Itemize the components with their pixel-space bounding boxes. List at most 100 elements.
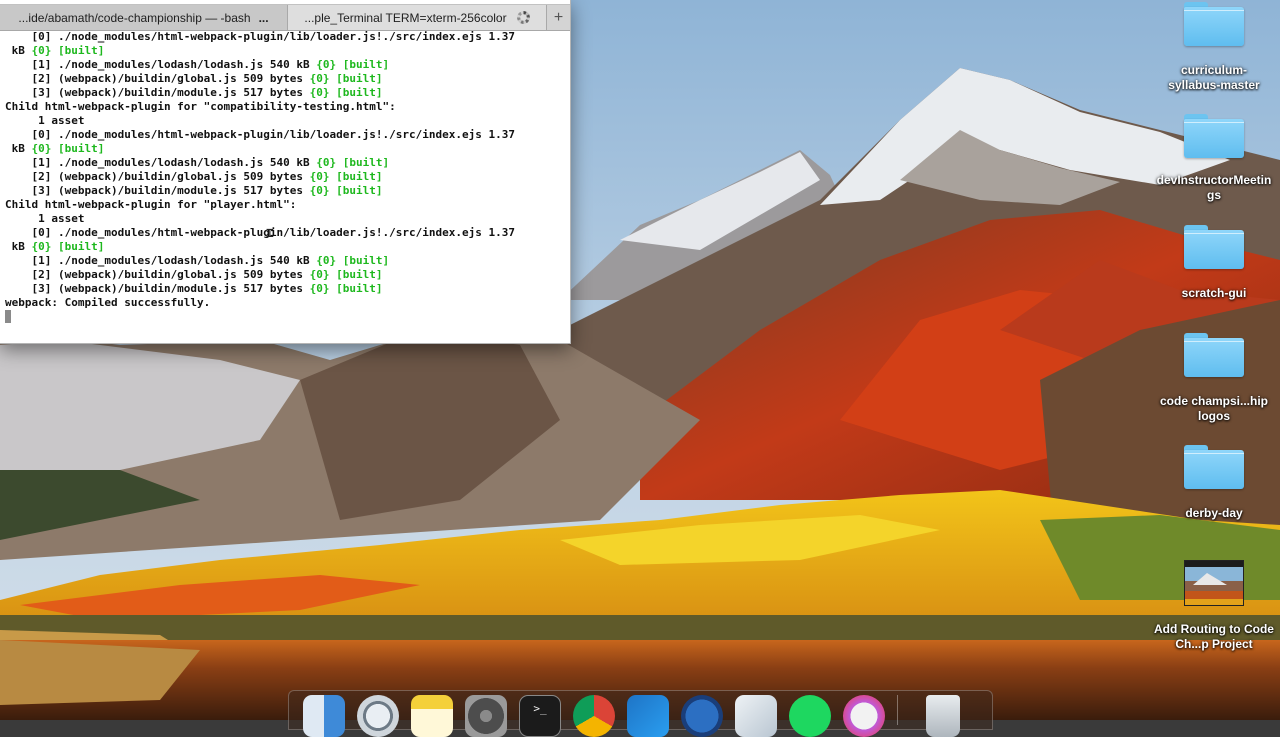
terminal-line-text: [2] (webpack)/buildin/global.js 509 byte… xyxy=(5,170,310,183)
built-status: [built] xyxy=(336,184,383,197)
desktop-item-label: code champsi...hip logos xyxy=(1159,394,1269,423)
terminal-line: [2] (webpack)/buildin/global.js 509 byte… xyxy=(0,170,570,184)
dock: >_ xyxy=(288,690,993,737)
folder-icon xyxy=(1184,114,1244,158)
built-status: [built] xyxy=(58,240,105,253)
chunk-id: {0} xyxy=(309,282,330,295)
chunk-id: {0} xyxy=(31,142,52,155)
terminal-line: kB {0} [built] xyxy=(0,240,570,254)
desktop-item-label: scratch-gui xyxy=(1181,286,1247,300)
chunk-id: {0} xyxy=(31,44,52,57)
built-status: [built] xyxy=(58,142,105,155)
terminal-line: Child html-webpack-plugin for "compatibi… xyxy=(0,100,570,114)
terminal-line-text: [3] (webpack)/buildin/module.js 517 byte… xyxy=(5,86,310,99)
terminal-line-text: [3] (webpack)/buildin/module.js 517 byte… xyxy=(5,282,310,295)
terminal-prompt-line[interactable] xyxy=(0,310,570,324)
chunk-id: {0} xyxy=(316,254,337,267)
desktop-item-label: derby-day xyxy=(1185,506,1243,520)
terminal-line-text: [3] (webpack)/buildin/module.js 517 byte… xyxy=(5,184,310,197)
dock-separator xyxy=(897,695,914,725)
terminal-line: [2] (webpack)/buildin/global.js 509 byte… xyxy=(0,268,570,282)
terminal-line-text: [0] ./node_modules/html-webpack-plugin/l… xyxy=(5,226,515,239)
built-status: [built] xyxy=(342,58,390,71)
folder-icon xyxy=(1184,445,1244,489)
terminal-line-text: kB xyxy=(5,240,32,253)
desktop-folder-scratch-gui[interactable]: scratch-gui xyxy=(1149,225,1279,301)
terminal-line: [0] ./node_modules/html-webpack-plugin/l… xyxy=(0,30,570,44)
chunk-id: {0} xyxy=(31,240,52,253)
sourcetree-icon[interactable] xyxy=(735,695,777,737)
terminal-line-text: kB xyxy=(5,44,32,57)
chunk-id: {0} xyxy=(309,268,330,281)
terminal-line: [1] ./node_modules/lodash/lodash.js 540 … xyxy=(0,58,570,72)
built-status: [built] xyxy=(336,268,383,281)
terminal-output[interactable]: [0] ./node_modules/html-webpack-plugin/l… xyxy=(0,30,570,343)
desktop-folder-devinstructormeetings[interactable]: devInstructorMeetings xyxy=(1149,114,1279,203)
chunk-id: {0} xyxy=(309,184,330,197)
terminal-line: [1] ./node_modules/lodash/lodash.js 540 … xyxy=(0,156,570,170)
finder-icon[interactable] xyxy=(303,695,345,737)
safari-icon[interactable] xyxy=(357,695,399,737)
built-status: [built] xyxy=(336,170,383,183)
spotify-icon[interactable] xyxy=(789,695,831,737)
tab-terminal-session-label: ...ple_Terminal TERM=xterm-256color xyxy=(304,10,507,25)
chunk-id: {0} xyxy=(316,58,337,71)
terminal-line-text: [0] ./node_modules/html-webpack-plugin/l… xyxy=(5,30,515,43)
terminal-line: Child html-webpack-plugin for "player.ht… xyxy=(0,198,570,212)
desktop-folder-derby-day[interactable]: derby-day xyxy=(1149,445,1279,521)
itunes-icon[interactable] xyxy=(843,695,885,737)
terminal-line: [2] (webpack)/buildin/global.js 509 byte… xyxy=(0,72,570,86)
video-thumbnail-icon xyxy=(1184,560,1244,606)
terminal-line: [0] ./node_modules/html-webpack-plugin/l… xyxy=(0,226,570,240)
desktop-folder-curriculum-syllabus-master[interactable]: curriculum-syllabus-master xyxy=(1149,0,1279,93)
terminal-line-text: webpack: Compiled successfully. xyxy=(5,296,211,309)
notes-icon[interactable] xyxy=(411,695,453,737)
terminal-cursor xyxy=(5,310,11,323)
built-status: [built] xyxy=(336,72,383,85)
built-status: [built] xyxy=(342,254,390,267)
tab-terminal-session[interactable]: ...ple_Terminal TERM=xterm-256color xyxy=(288,5,547,30)
terminal-tab-bar: ...ide/abamath/code-championship — -bash… xyxy=(0,4,570,31)
terminal-window[interactable]: ...ide/abamath/code-championship — -bash… xyxy=(0,0,571,344)
terminal-line: kB {0} [built] xyxy=(0,142,570,156)
chrome-icon[interactable] xyxy=(573,695,615,737)
loading-spinner-icon xyxy=(516,11,530,24)
vscode-icon[interactable] xyxy=(627,695,669,737)
folder-icon xyxy=(1184,225,1244,269)
terminal-line: kB {0} [built] xyxy=(0,44,570,58)
tab-overflow-indicator: ... xyxy=(258,10,269,25)
trash-icon[interactable] xyxy=(926,695,960,737)
terminal-line-text: Child html-webpack-plugin for "player.ht… xyxy=(5,198,297,211)
terminal-line-text: [1] ./node_modules/lodash/lodash.js 540 … xyxy=(5,254,317,267)
app-blue-icon[interactable] xyxy=(681,695,723,737)
chunk-id: {0} xyxy=(309,72,330,85)
desktop-item-label: curriculum-syllabus-master xyxy=(1168,63,1260,92)
chunk-id: {0} xyxy=(309,86,330,99)
desktop-file-add-routing-video[interactable]: Add Routing to Code Ch...p Project xyxy=(1149,560,1279,652)
built-status: [built] xyxy=(58,44,105,57)
terminal-line: [3] (webpack)/buildin/module.js 517 byte… xyxy=(0,86,570,100)
folder-icon xyxy=(1184,2,1244,46)
terminal-line-text: 1 asset xyxy=(5,114,85,127)
terminal-line-text: 1 asset xyxy=(5,212,85,225)
terminal-line: [3] (webpack)/buildin/module.js 517 byte… xyxy=(0,282,570,296)
terminal-line-text: Child html-webpack-plugin for "compatibi… xyxy=(5,100,396,113)
terminal-line-text: [0] ./node_modules/html-webpack-plugin/l… xyxy=(5,128,515,141)
terminal-line-text: [2] (webpack)/buildin/global.js 509 byte… xyxy=(5,72,310,85)
desktop-item-label: devInstructorMeetings xyxy=(1156,173,1272,202)
tab-bash-label: ...ide/abamath/code-championship — -bash xyxy=(18,10,251,25)
terminal-line-text: kB xyxy=(5,142,32,155)
terminal-line: [3] (webpack)/buildin/module.js 517 byte… xyxy=(0,184,570,198)
chunk-id: {0} xyxy=(309,170,330,183)
system-preferences-icon[interactable] xyxy=(465,695,507,737)
new-tab-button[interactable]: + xyxy=(547,5,570,30)
built-status: [built] xyxy=(342,156,390,169)
terminal-line: 1 asset xyxy=(0,212,570,226)
chunk-id: {0} xyxy=(316,156,337,169)
terminal-line: 1 asset xyxy=(0,114,570,128)
terminal-line: [1] ./node_modules/lodash/lodash.js 540 … xyxy=(0,254,570,268)
tab-bash[interactable]: ...ide/abamath/code-championship — -bash… xyxy=(0,5,288,30)
desktop-folder-code-championship-logos[interactable]: code champsi...hip logos xyxy=(1149,333,1279,424)
built-status: [built] xyxy=(336,86,383,99)
terminal-icon[interactable]: >_ xyxy=(519,695,561,737)
